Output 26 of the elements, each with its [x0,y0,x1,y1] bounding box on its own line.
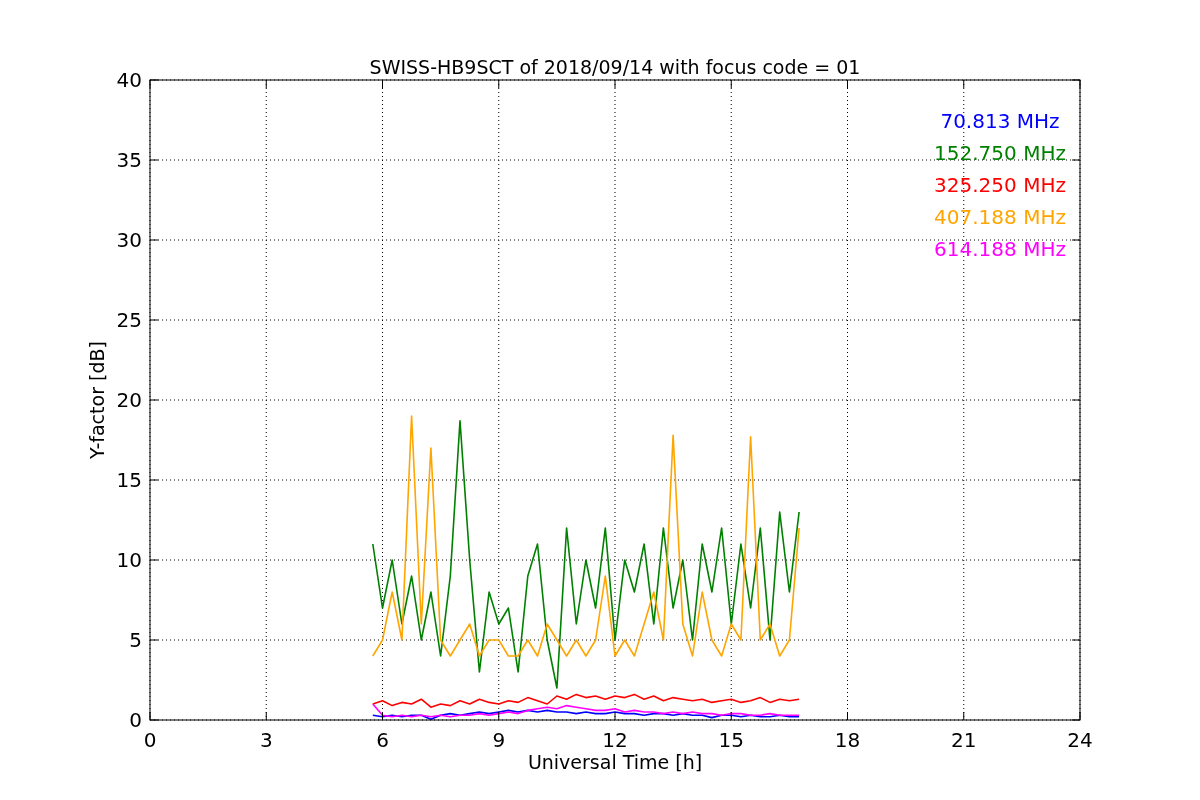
tick-label: 9 [492,728,506,752]
tick-label: 18 [834,728,861,752]
legend-label: 70.813 MHz [940,109,1060,133]
tick-label: 15 [718,728,744,752]
tick-label: 15 [116,468,142,492]
tick-label: 5 [129,628,142,652]
legend-label: 614.188 MHz [934,237,1066,261]
tick-label: 3 [259,728,273,752]
legend-label: 325.250 MHz [934,173,1066,197]
axis-label: Universal Time [h] [527,751,703,773]
tick-label: 12 [602,728,628,752]
tick-label: 6 [376,728,389,752]
legend-label: 152.750 MHz [934,141,1066,165]
tick-label: 40 [116,68,142,92]
tick-label: 0 [143,728,157,752]
tick-label: 24 [1067,728,1093,752]
tick-label: 25 [116,308,142,332]
tick-label: 10 [116,548,142,572]
chart-title: SWISS-HB9SCT of 2018/09/14 with focus code = 01 [369,56,861,78]
tick-label: 21 [951,728,977,752]
tick-label: 0 [129,708,142,732]
axis-label: Y-factor [dB] [86,341,108,459]
legend-label: 407.188 MHz [934,205,1066,229]
tick-label: 35 [116,148,142,172]
tick-label: 30 [116,228,142,252]
tick-label: 20 [116,388,142,412]
